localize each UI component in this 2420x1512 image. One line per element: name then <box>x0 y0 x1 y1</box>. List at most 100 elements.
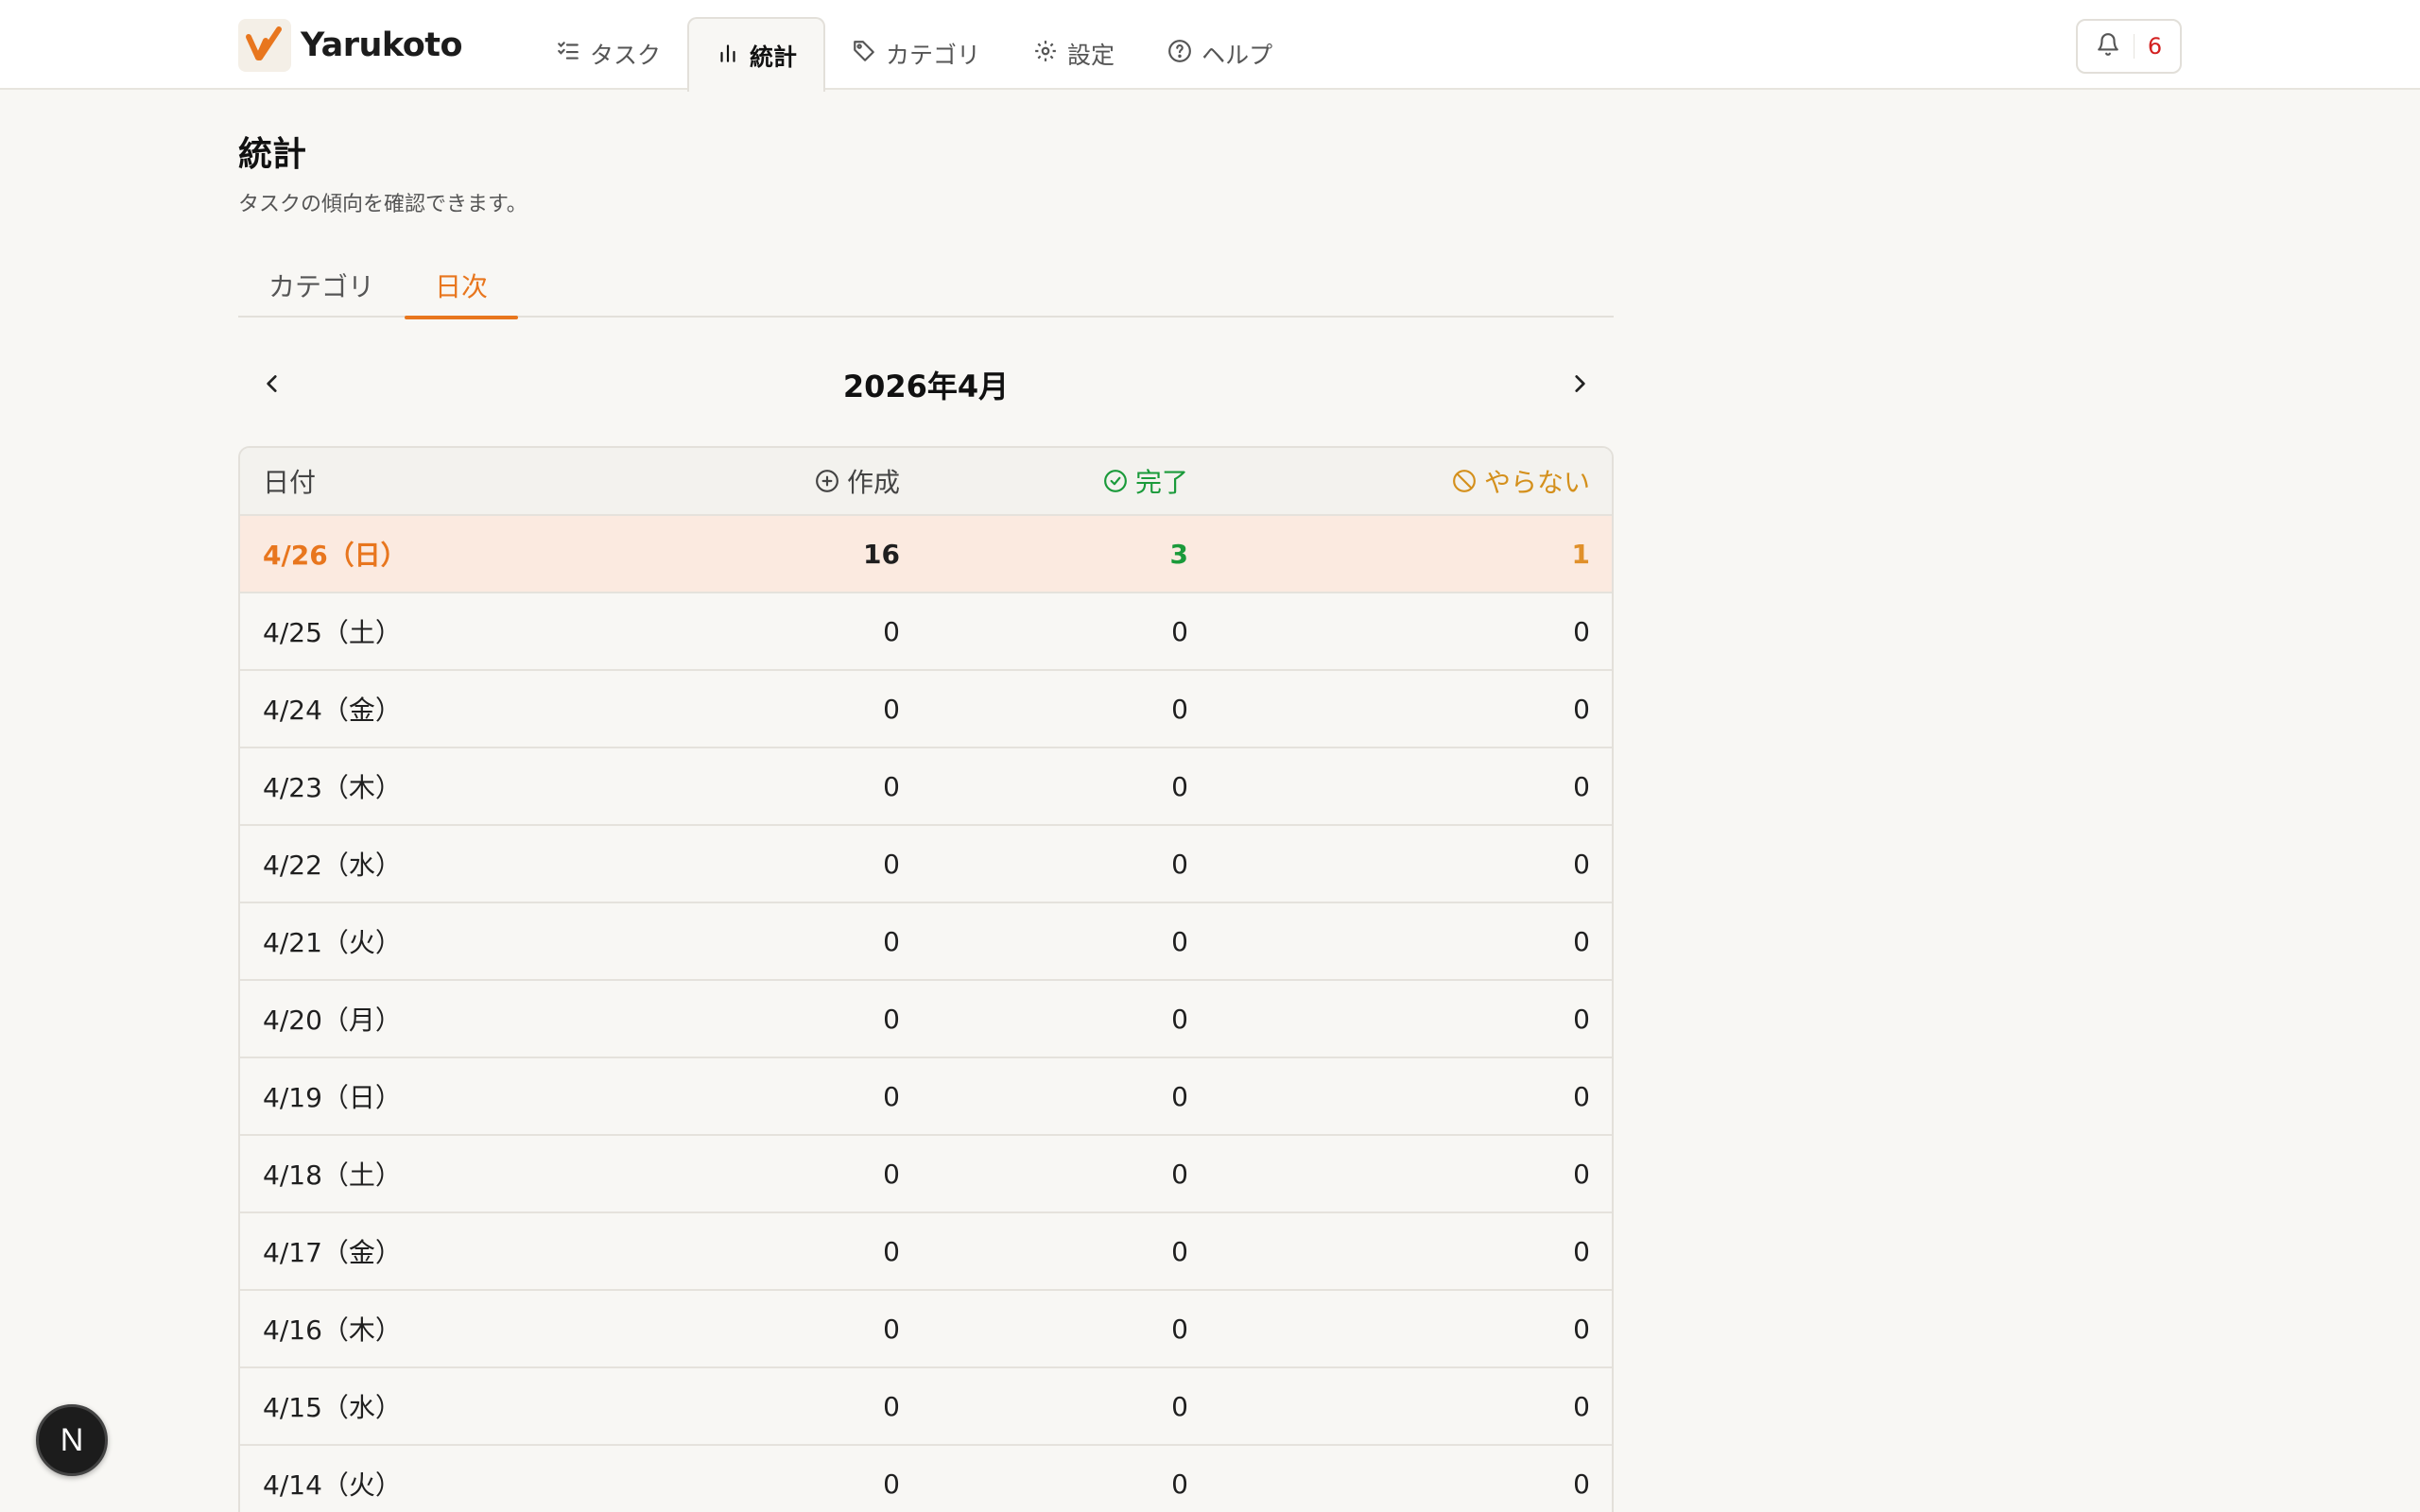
row-skipped: 0 <box>1573 770 1590 802</box>
row-done: 0 <box>1171 1158 1188 1190</box>
row-created: 0 <box>883 925 900 957</box>
row-date: 4/20（月） <box>263 1005 402 1036</box>
row-date: 4/15（水） <box>263 1392 402 1423</box>
row-skipped: 0 <box>1573 1468 1590 1500</box>
row-done: 0 <box>1171 848 1188 880</box>
notifications-button[interactable]: 6 <box>2076 19 2182 74</box>
row-done: 0 <box>1171 770 1188 802</box>
daily-stats-table: 日付 作成 完了 やらない 4/26（日） 16 3 1 4/25（土） 0 0… <box>238 446 1614 1512</box>
list-checks-icon <box>556 39 580 69</box>
nav-item-label: ヘルプ <box>1201 41 1273 69</box>
main-nav: タスク 統計 カテゴリ 設定 ヘルプ <box>529 17 1299 92</box>
month-label: 2026年4月 <box>842 369 1010 404</box>
tag-icon <box>852 39 876 69</box>
row-skipped: 0 <box>1573 693 1590 725</box>
row-skipped: 0 <box>1573 848 1590 880</box>
plus-circle-icon <box>816 470 838 492</box>
nav-item-settings[interactable]: 設定 <box>1007 17 1141 90</box>
row-created: 0 <box>883 1080 900 1112</box>
row-skipped: 0 <box>1573 1313 1590 1345</box>
page-title: 統計 <box>238 135 307 174</box>
table-row: 4/14（火） 0 0 0 <box>240 1446 1612 1512</box>
row-created: 0 <box>883 1003 900 1035</box>
row-skipped: 0 <box>1573 1003 1590 1035</box>
header-date: 日付 <box>263 467 317 498</box>
table-row-today: 4/26（日） 16 3 1 <box>240 516 1612 593</box>
table-row: 4/15（水） 0 0 0 <box>240 1368 1612 1446</box>
row-created: 0 <box>883 848 900 880</box>
tab-daily[interactable]: 日次 <box>405 253 519 319</box>
header-created-label: 作成 <box>846 467 900 498</box>
row-created: 0 <box>883 1313 900 1345</box>
notification-count: 6 <box>2147 33 2163 60</box>
table-row: 4/25（土） 0 0 0 <box>240 593 1612 671</box>
row-date: 4/16（木） <box>263 1314 402 1346</box>
table-row: 4/24（金） 0 0 0 <box>240 671 1612 748</box>
nav-item-categories[interactable]: カテゴリ <box>825 17 1007 90</box>
row-done: 0 <box>1171 615 1188 647</box>
row-skipped: 0 <box>1573 615 1590 647</box>
row-skipped: 0 <box>1573 1235 1590 1267</box>
nav-item-label: 統計 <box>750 43 798 71</box>
row-date: 4/25（土） <box>263 617 402 648</box>
row-done: 0 <box>1171 693 1188 725</box>
divider <box>2133 34 2135 59</box>
row-skipped: 0 <box>1573 1080 1590 1112</box>
table-row: 4/22（水） 0 0 0 <box>240 826 1612 903</box>
gear-icon <box>1033 39 1058 69</box>
dev-tools-button[interactable]: N <box>36 1404 108 1476</box>
row-created: 0 <box>883 1158 900 1190</box>
nav-item-tasks[interactable]: タスク <box>529 17 687 90</box>
row-created: 0 <box>883 1468 900 1500</box>
table-row: 4/19（日） 0 0 0 <box>240 1058 1612 1136</box>
row-date: 4/19（日） <box>263 1082 402 1113</box>
nav-item-label: タスク <box>590 41 662 69</box>
row-skipped: 1 <box>1571 538 1590 570</box>
row-done: 0 <box>1171 1080 1188 1112</box>
app-name: Yarukoto <box>301 26 463 64</box>
row-date: 4/22（水） <box>263 850 402 881</box>
row-created: 0 <box>883 1390 900 1422</box>
header-done: 完了 <box>1103 462 1188 500</box>
chevron-right-icon <box>1575 375 1585 392</box>
nav-item-stats[interactable]: 統計 <box>687 17 826 92</box>
tab-category[interactable]: カテゴリ <box>238 253 405 318</box>
bar-chart-icon <box>716 41 740 71</box>
month-navigation: 2026年4月 <box>238 352 1614 416</box>
row-created: 16 <box>863 538 900 570</box>
row-date: 4/14（火） <box>263 1469 402 1501</box>
table-row: 4/21（火） 0 0 0 <box>240 903 1612 981</box>
row-skipped: 0 <box>1573 1158 1590 1190</box>
row-done: 0 <box>1171 1390 1188 1422</box>
help-circle-icon <box>1167 39 1192 69</box>
row-skipped: 0 <box>1573 925 1590 957</box>
logo-check-icon <box>238 19 291 72</box>
table-row: 4/16（木） 0 0 0 <box>240 1291 1612 1368</box>
row-date: 4/21（火） <box>263 927 402 958</box>
header-done-label: 完了 <box>1134 467 1188 498</box>
table-row: 4/18（土） 0 0 0 <box>240 1136 1612 1213</box>
row-created: 0 <box>883 615 900 647</box>
row-created: 0 <box>883 693 900 725</box>
table-row: 4/17（金） 0 0 0 <box>240 1213 1612 1291</box>
header-skipped-label: やらない <box>1483 467 1590 498</box>
row-date: 4/24（金） <box>263 695 402 726</box>
page-subtitle: タスクの傾向を確認できます。 <box>238 193 527 216</box>
row-date: 4/18（土） <box>263 1160 402 1191</box>
nav-item-help[interactable]: ヘルプ <box>1141 17 1299 90</box>
app-logo[interactable]: Yarukoto <box>238 19 463 72</box>
row-done: 0 <box>1171 1468 1188 1500</box>
row-date: 4/26（日） <box>263 540 407 571</box>
row-skipped: 0 <box>1573 1390 1590 1422</box>
header-created: 作成 <box>815 462 900 500</box>
check-circle-icon <box>1104 470 1127 492</box>
row-date: 4/23（木） <box>263 772 402 803</box>
table-row: 4/23（木） 0 0 0 <box>240 748 1612 826</box>
row-done: 0 <box>1171 925 1188 957</box>
stats-tabs: カテゴリ 日次 <box>238 253 1614 319</box>
table-header-row: 日付 作成 完了 やらない <box>240 448 1612 516</box>
bell-icon <box>2096 32 2120 60</box>
next-month-button[interactable] <box>1559 363 1600 404</box>
row-done: 0 <box>1171 1313 1188 1345</box>
row-date: 4/17（金） <box>263 1237 402 1268</box>
